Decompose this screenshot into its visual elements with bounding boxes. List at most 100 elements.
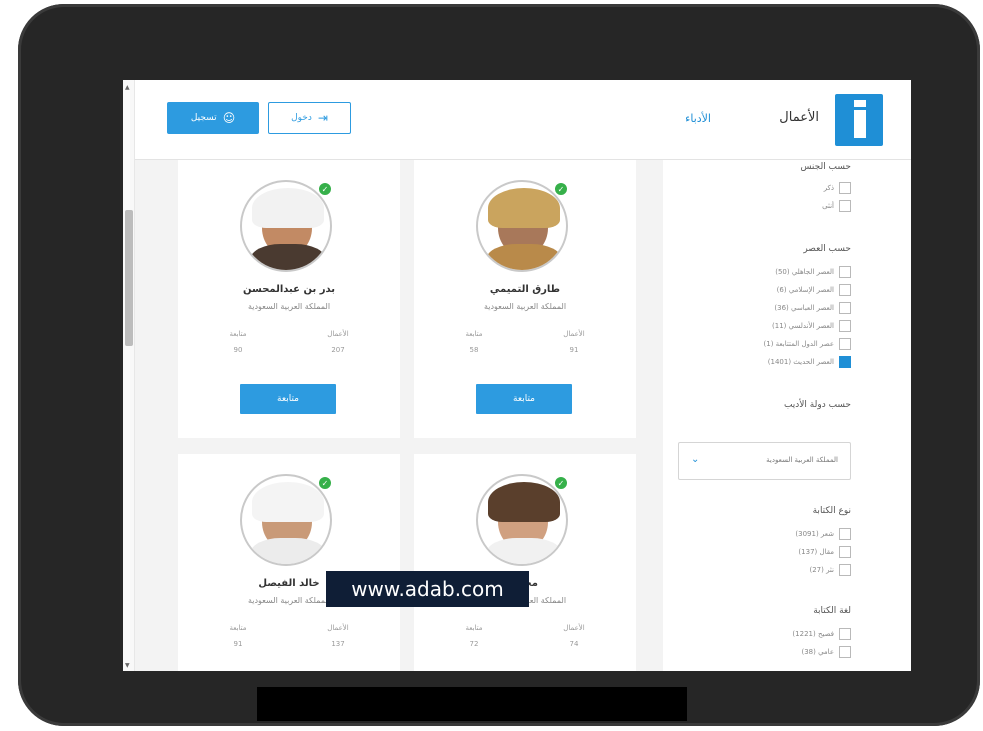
filter-option-gender-male[interactable]: ذكر	[824, 182, 851, 194]
country-select[interactable]: المملكة العربية السعودية ⌄	[678, 442, 851, 480]
writing-type-filter-title: نوع الكتابة	[812, 506, 851, 516]
followers-label: متابعة	[229, 330, 247, 338]
works-count: 207	[331, 346, 345, 354]
avatar-body	[250, 244, 326, 270]
gender-filter-title: حسب الجنس	[800, 162, 851, 172]
avatar-body	[486, 244, 562, 270]
writer-card[interactable]: ✓ محمد المملكة العربية السعودية الأعمال …	[414, 454, 636, 671]
avatar-headwear	[488, 188, 560, 228]
checkbox[interactable]	[839, 182, 851, 194]
avatar-body	[486, 538, 562, 564]
option-label: العصر الأندلسي (11)	[772, 322, 834, 330]
filter-option-writing-type[interactable]: مقال (137)	[798, 546, 851, 558]
followers-label: متابعة	[465, 624, 483, 632]
scroll-thumb[interactable]	[125, 210, 133, 346]
avatar-headwear	[252, 482, 324, 522]
checkbox[interactable]	[839, 338, 851, 350]
register-button[interactable]: ☺ تسجيل	[167, 102, 259, 134]
verified-check-icon: ✓	[318, 182, 332, 196]
checkbox[interactable]	[839, 528, 851, 540]
verified-check-icon: ✓	[554, 476, 568, 490]
filter-option-era[interactable]: عصر الدول المتتابعة (1)	[763, 338, 851, 350]
checkbox[interactable]	[839, 266, 851, 278]
writer-country: المملكة العربية السعودية	[483, 302, 567, 311]
follow-button[interactable]: متابعة	[240, 384, 336, 414]
login-label: دخول	[291, 113, 312, 123]
filter-option-gender-female[interactable]: أنثى	[822, 200, 851, 212]
filter-option-language[interactable]: فصيح (1221)	[792, 628, 851, 640]
register-label: تسجيل	[190, 113, 217, 123]
scroll-up-icon[interactable]: ▲	[125, 84, 130, 91]
followers-count: 58	[469, 346, 479, 354]
works-count: 74	[569, 640, 579, 648]
add-user-icon: ☺	[222, 111, 236, 125]
checkbox-checked[interactable]	[839, 356, 851, 368]
works-count: 91	[569, 346, 579, 354]
option-label: فصيح (1221)	[792, 630, 834, 638]
option-label: عامي (38)	[801, 648, 834, 656]
followers-label: متابعة	[465, 330, 483, 338]
option-label: عصر الدول المتتابعة (1)	[763, 340, 835, 348]
option-label: العصر العباسي (36)	[774, 304, 834, 312]
checkbox[interactable]	[839, 284, 851, 296]
filter-option-era[interactable]: العصر الإسلامي (6)	[777, 284, 851, 296]
era-filter-title: حسب العصر	[803, 244, 851, 254]
writer-name[interactable]: طارق التميمي	[414, 284, 636, 295]
page-scrollbar[interactable]: ▲ ▼	[123, 80, 135, 671]
top-bar: الأعمال الأدباء ☺ تسجيل ⇥ دخول	[123, 80, 911, 160]
option-label: العصر الإسلامي (6)	[776, 286, 834, 294]
writer-avatar[interactable]	[240, 474, 332, 566]
checkbox[interactable]	[839, 302, 851, 314]
verified-check-icon: ✓	[318, 476, 332, 490]
writer-card[interactable]: ✓ خالد الفيصل المملكة العربية السعودية ا…	[178, 454, 400, 671]
followers-count: 91	[233, 640, 243, 648]
filter-option-era[interactable]: العصر الحديث (1401)	[768, 356, 851, 368]
nav-works-link[interactable]: الأعمال	[779, 110, 819, 125]
writer-avatar[interactable]	[476, 474, 568, 566]
checkbox[interactable]	[839, 200, 851, 212]
writer-card[interactable]: ✓ طارق التميمي المملكة العربية السعودية …	[414, 160, 636, 438]
logo-stem	[854, 110, 866, 138]
site-logo[interactable]	[835, 94, 883, 146]
followers-count: 72	[469, 640, 479, 648]
logo-dot	[854, 100, 866, 107]
writer-avatar[interactable]	[240, 180, 332, 272]
checkbox[interactable]	[839, 564, 851, 576]
option-label: ذكر	[823, 184, 834, 192]
filter-option-era[interactable]: العصر الأندلسي (11)	[772, 320, 851, 332]
tablet-frame: الأعمال الأدباء ☺ تسجيل ⇥ دخول ▲ ▼ حسب ا…	[18, 4, 980, 726]
checkbox[interactable]	[839, 320, 851, 332]
country-select-value: المملكة العربية السعودية	[766, 456, 838, 464]
nav-writers-link[interactable]: الأدباء	[685, 112, 711, 125]
works-label: الأعمال	[327, 330, 349, 338]
follow-button[interactable]: متابعة	[476, 384, 572, 414]
redaction-bar	[257, 687, 687, 721]
filter-option-era[interactable]: العصر الجاهلي (50)	[775, 266, 851, 278]
filter-option-language[interactable]: عامي (38)	[801, 646, 851, 658]
filter-option-writing-type[interactable]: شعر (3091)	[795, 528, 851, 540]
filter-option-writing-type[interactable]: نثر (27)	[809, 564, 851, 576]
filters-sidebar: حسب الجنس ذكر أنثى حسب العصر العصر الجاه…	[663, 160, 911, 671]
writer-card[interactable]: ✓ بدر بن عبدالمحسن المملكة العربية السعو…	[178, 160, 400, 438]
option-label: نثر (27)	[809, 566, 834, 574]
option-label: العصر الجاهلي (50)	[775, 268, 834, 276]
writer-name[interactable]: بدر بن عبدالمحسن	[178, 284, 400, 295]
avatar-headwear	[252, 188, 324, 228]
writer-avatar[interactable]	[476, 180, 568, 272]
option-label: أنثى	[822, 202, 834, 210]
works-label: الأعمال	[563, 330, 585, 338]
checkbox[interactable]	[839, 546, 851, 558]
scroll-down-icon[interactable]: ▼	[125, 662, 130, 669]
works-label: الأعمال	[327, 624, 349, 632]
checkbox[interactable]	[839, 646, 851, 658]
avatar-body	[250, 538, 326, 564]
country-filter-title: حسب دولة الأديب	[783, 400, 851, 410]
login-button[interactable]: ⇥ دخول	[268, 102, 351, 134]
option-label: العصر الحديث (1401)	[767, 358, 834, 366]
works-label: الأعمال	[563, 624, 585, 632]
option-label: مقال (137)	[798, 548, 834, 556]
filter-option-era[interactable]: العصر العباسي (36)	[774, 302, 851, 314]
checkbox[interactable]	[839, 628, 851, 640]
writer-country: المملكة العربية السعودية	[247, 302, 331, 311]
verified-check-icon: ✓	[554, 182, 568, 196]
